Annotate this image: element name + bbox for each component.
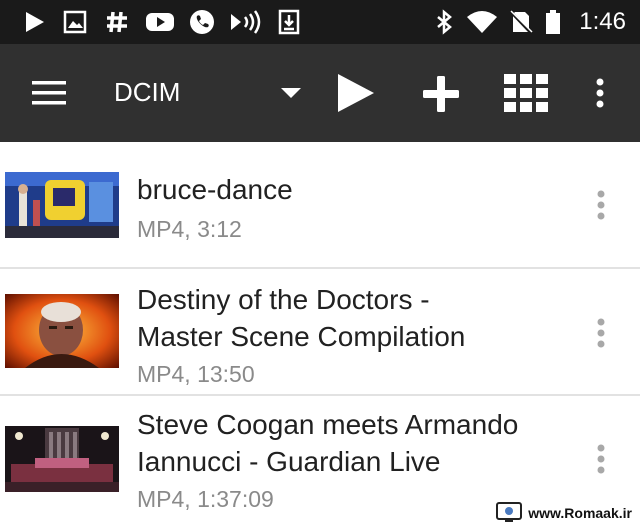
- image-icon: [62, 9, 88, 35]
- video-meta: MP4, 1:37:09: [137, 486, 274, 512]
- status-bar: 1:46: [0, 0, 640, 44]
- video-title: bruce-dance: [137, 171, 577, 208]
- video-meta: MP4, 3:12: [137, 216, 242, 242]
- add-icon[interactable]: [423, 76, 459, 112]
- phone-call-icon: [189, 9, 215, 35]
- video-meta: MP4, 13:50: [137, 361, 255, 387]
- item-more-icon[interactable]: [590, 314, 612, 354]
- video-thumbnail[interactable]: [5, 172, 119, 238]
- no-sim-icon: [508, 9, 534, 35]
- play-store-icon: [22, 9, 48, 35]
- hashtag-icon: [104, 9, 130, 35]
- clock: 1:46: [579, 8, 626, 35]
- video-title-line: Master Scene Compilation: [137, 321, 466, 352]
- video-title: Steve Coogan meets Armando Iannucci - Gu…: [137, 406, 577, 480]
- nfc-icon: [229, 9, 263, 35]
- video-title-line: Destiny of the Doctors -: [137, 284, 430, 315]
- item-more-icon[interactable]: [590, 440, 612, 480]
- video-item[interactable]: Destiny of the Doctors - Master Scene Co…: [0, 269, 640, 396]
- video-thumbnail[interactable]: [5, 294, 119, 368]
- watermark: www.Romaak.ir: [496, 501, 632, 525]
- youtube-icon: [145, 9, 175, 35]
- grid-view-icon[interactable]: [504, 74, 548, 112]
- overflow-menu-icon[interactable]: [596, 78, 604, 108]
- wifi-icon: [466, 9, 498, 35]
- video-title-line: bruce-dance: [137, 174, 293, 205]
- bluetooth-icon: [431, 9, 457, 35]
- item-more-icon[interactable]: [590, 186, 612, 226]
- video-title-line: Steve Coogan meets Armando: [137, 409, 519, 440]
- video-item[interactable]: bruce-dance MP4, 3:12: [0, 142, 640, 269]
- menu-icon[interactable]: [32, 81, 66, 105]
- video-title: Destiny of the Doctors - Master Scene Co…: [137, 281, 577, 355]
- folder-title[interactable]: DCIM: [114, 77, 180, 108]
- video-title-line: Iannucci - Guardian Live: [137, 446, 441, 477]
- watermark-logo-icon: [496, 502, 523, 524]
- watermark-text: www.Romaak.ir: [528, 505, 632, 521]
- download-icon: [276, 9, 302, 35]
- video-thumbnail[interactable]: [5, 426, 119, 492]
- app-toolbar: DCIM: [0, 44, 640, 142]
- battery-icon: [544, 9, 562, 35]
- play-icon[interactable]: [338, 74, 374, 112]
- dropdown-arrow-icon[interactable]: [281, 88, 301, 98]
